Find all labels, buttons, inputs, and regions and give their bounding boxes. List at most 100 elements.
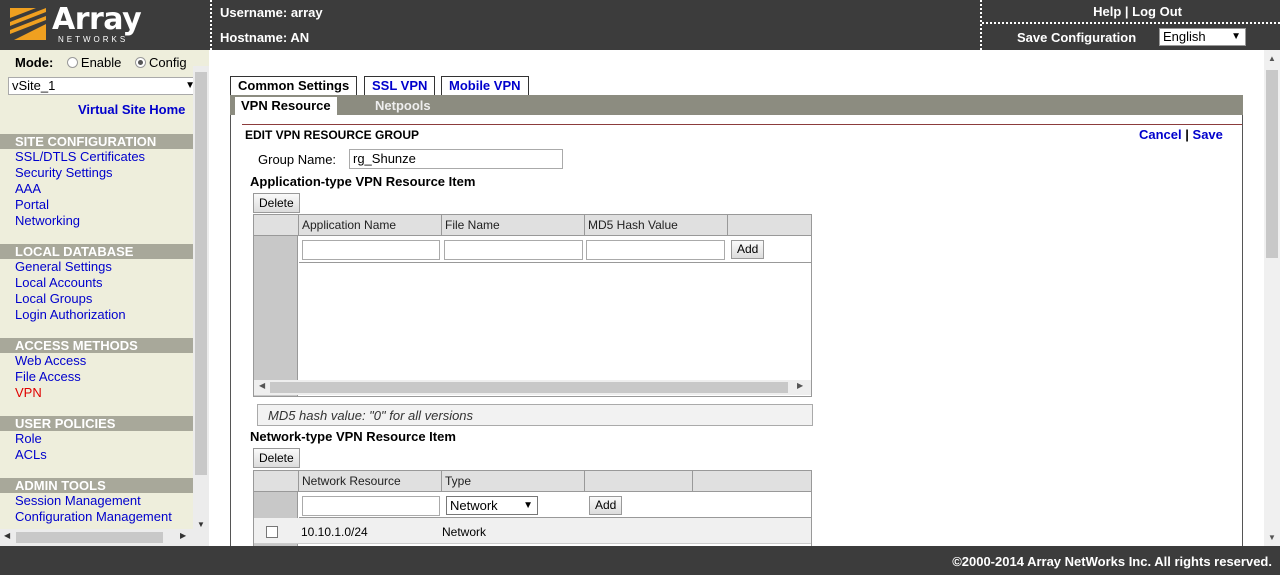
- scrollbar-thumb[interactable]: [16, 532, 163, 543]
- scroll-left-icon[interactable]: ◀: [4, 531, 10, 540]
- nav-item-acls[interactable]: ACLs: [15, 447, 47, 462]
- language-select[interactable]: English ▼: [1159, 28, 1246, 46]
- hostname-display: Hostname: AN: [220, 30, 309, 45]
- header-divider-horizontal: [982, 22, 1280, 24]
- tab-common-settings[interactable]: Common Settings: [230, 76, 358, 95]
- column-action: [728, 215, 811, 236]
- file-name-input[interactable]: [444, 240, 583, 260]
- nav-item-local-accounts[interactable]: Local Accounts: [15, 275, 102, 290]
- nav-item-configuration-management[interactable]: Configuration Management: [15, 509, 172, 524]
- save-configuration-link[interactable]: Save Configuration: [1017, 30, 1136, 45]
- tab-netpools[interactable]: Netpools: [369, 97, 437, 115]
- scrollbar-thumb[interactable]: [195, 72, 207, 475]
- main-vertical-scrollbar[interactable]: ▲ ▼: [1264, 50, 1280, 546]
- mode-selector: Mode: Enable Config: [15, 55, 187, 70]
- network-resource-input[interactable]: [302, 496, 440, 516]
- nav-item-general-settings[interactable]: General Settings: [15, 259, 112, 274]
- nav-item-role[interactable]: Role: [15, 431, 42, 446]
- virtual-site-select[interactable]: vSite_1 ▼: [8, 77, 198, 95]
- nav-item-ssl-dtls-certificates[interactable]: SSL/DTLS Certificates: [15, 149, 145, 164]
- scroll-right-icon[interactable]: ▶: [797, 381, 803, 390]
- column-md5-hash: MD5 Hash Value: [585, 215, 728, 236]
- type-select-value: Network: [450, 498, 498, 513]
- save-link[interactable]: Save: [1193, 127, 1223, 142]
- column-application-name: Application Name: [299, 215, 442, 236]
- row-network-resource: 10.10.1.0/24: [301, 525, 368, 539]
- nav-section-site-configuration: SITE CONFIGURATION: [0, 134, 193, 149]
- app-delete-button[interactable]: Delete: [253, 193, 300, 213]
- nav-item-web-access[interactable]: Web Access: [15, 353, 86, 368]
- username-label: Username:: [220, 5, 288, 20]
- nav-section-local-database: LOCAL DATABASE: [0, 244, 193, 259]
- tab-vpn-resource[interactable]: VPN Resource: [235, 97, 337, 115]
- grid-corner: [254, 471, 299, 492]
- edit-actions: Cancel | Save: [1139, 127, 1223, 142]
- scrollbar-thumb[interactable]: [270, 382, 788, 393]
- tab-mobile-vpn[interactable]: Mobile VPN: [441, 76, 529, 95]
- hostname-label: Hostname:: [220, 30, 288, 45]
- app-grid-horizontal-scrollbar[interactable]: ◀ ▶: [254, 380, 811, 395]
- nav-item-vpn[interactable]: VPN: [15, 385, 42, 400]
- net-items-grid: Network Resource Type Network ▼ Add 10.1…: [253, 470, 812, 546]
- app-add-button[interactable]: Add: [731, 240, 765, 259]
- type-select[interactable]: Network ▼: [446, 496, 538, 515]
- row-select-checkbox[interactable]: [266, 526, 278, 538]
- logo-subtext: NETWORKS: [58, 35, 129, 44]
- nav-item-portal[interactable]: Portal: [15, 197, 49, 212]
- dropdown-arrow-icon: ▼: [1231, 31, 1241, 42]
- logo-wordmark: Array: [52, 2, 142, 37]
- scroll-up-icon[interactable]: ▲: [1268, 54, 1276, 63]
- logo-mark-icon: [10, 8, 46, 40]
- nav-section-admin-tools: ADMIN TOOLS: [0, 478, 193, 493]
- title-divider: [242, 124, 1242, 125]
- nav-item-networking[interactable]: Networking: [15, 213, 80, 228]
- grid-row-header: [254, 215, 298, 396]
- net-add-button[interactable]: Add: [589, 496, 623, 515]
- tab-ssl-vpn[interactable]: SSL VPN: [364, 76, 436, 95]
- mode-label: Mode:: [15, 55, 54, 70]
- cancel-link[interactable]: Cancel: [1139, 127, 1182, 142]
- column-extra: [693, 471, 811, 492]
- help-link[interactable]: Help: [1093, 4, 1121, 19]
- application-name-input[interactable]: [302, 240, 440, 260]
- grid-corner: [254, 215, 299, 236]
- group-name-input[interactable]: rg_Shunze: [349, 149, 563, 169]
- nav-item-login-authorization[interactable]: Login Authorization: [15, 307, 126, 322]
- mode-enable-radio[interactable]: [66, 57, 78, 68]
- scroll-left-icon[interactable]: ◀: [259, 381, 265, 390]
- nav-item-local-groups[interactable]: Local Groups: [15, 291, 92, 306]
- scroll-down-icon[interactable]: ▼: [1268, 533, 1276, 542]
- virtual-site-value: vSite_1: [12, 78, 56, 93]
- logout-link[interactable]: Log Out: [1132, 4, 1182, 19]
- hostname-value: AN: [290, 30, 310, 45]
- username-display: Username: array: [220, 5, 323, 20]
- copyright-text: ©2000-2014 Array NetWorks Inc. All right…: [952, 554, 1272, 569]
- header-links: Help | Log Out: [1093, 4, 1182, 19]
- group-name-label: Group Name:: [258, 152, 337, 167]
- scrollbar-thumb[interactable]: [1266, 70, 1278, 258]
- nav-item-file-access[interactable]: File Access: [15, 369, 81, 384]
- scroll-right-icon[interactable]: ▶: [180, 531, 186, 540]
- scroll-down-icon[interactable]: ▼: [197, 520, 205, 529]
- mode-config-label: Config: [149, 55, 187, 70]
- md5-hash-input[interactable]: [586, 240, 725, 260]
- sidebar-vertical-scrollbar[interactable]: ▼: [193, 66, 209, 529]
- nav-item-aaa[interactable]: AAA: [15, 181, 41, 196]
- top-header: Array NETWORKS Username: array Hostname:…: [0, 0, 1280, 50]
- net-section-title: Network-type VPN Resource Item: [250, 429, 456, 444]
- footer: ©2000-2014 Array NetWorks Inc. All right…: [0, 546, 1280, 575]
- header-divider-right: [980, 0, 982, 50]
- mode-config-radio[interactable]: [135, 57, 147, 68]
- sidebar-horizontal-scrollbar[interactable]: ◀ ▶: [0, 529, 209, 546]
- edit-panel: EDIT VPN RESOURCE GROUP Cancel | Save Gr…: [230, 115, 1243, 546]
- virtual-site-home-link[interactable]: Virtual Site Home: [78, 102, 185, 117]
- row-type: Network: [442, 525, 487, 539]
- nav-item-session-management[interactable]: Session Management: [15, 493, 141, 508]
- app-items-grid: Application Name File Name MD5 Hash Valu…: [253, 214, 812, 397]
- net-delete-button[interactable]: Delete: [253, 448, 300, 468]
- nav-section-user-policies: USER POLICIES: [0, 416, 193, 431]
- action-separator: |: [1185, 127, 1189, 142]
- nav-item-security-settings[interactable]: Security Settings: [15, 165, 113, 180]
- dropdown-arrow-icon: ▼: [523, 500, 533, 511]
- md5-hint: MD5 hash value: "0" for all versions: [257, 404, 813, 426]
